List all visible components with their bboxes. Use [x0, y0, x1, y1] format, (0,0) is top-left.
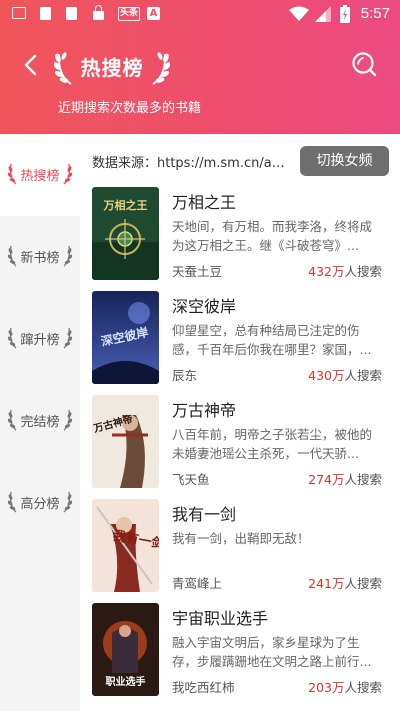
book-icon: [40, 7, 51, 20]
book-cover[interactable]: 万古神帝: [92, 395, 159, 488]
search-count-number: 432万: [308, 264, 345, 279]
search-count-number: 274万: [308, 472, 345, 487]
book-cover[interactable]: 我有一剑: [92, 499, 159, 592]
page-title-badge: 热搜榜: [54, 42, 170, 88]
content-area: 热搜榜 新书榜 蹿升榜 完结榜 高分榜 数据来源：https://m.sm.cn…: [0, 134, 400, 711]
book-cover-art: 我有一剑: [92, 499, 159, 592]
laurel-right-icon: [63, 163, 72, 185]
book-description: 八百年前，明帝之子张若尘，被他的未婚妻池瑶公主杀死，一代天骄...: [172, 427, 373, 461]
search-count-number: 430万: [308, 368, 345, 383]
lock-icon: [93, 5, 104, 20]
book-title: 万古神帝: [172, 401, 237, 420]
sidebar-item-rising[interactable]: 蹿升榜: [0, 298, 80, 380]
page-subtitle: 近期搜索次数最多的书籍: [58, 101, 202, 116]
laurel-right-icon: [63, 327, 72, 349]
cover-title: 职业选手: [106, 675, 146, 688]
book-title: 宇宙职业选手: [172, 609, 269, 628]
sidebar-item-new-books[interactable]: 新书榜: [0, 216, 80, 298]
search-count: 432万人搜索: [308, 261, 382, 280]
search-count-number: 241万: [308, 576, 345, 591]
sidebar-item-hot-search[interactable]: 热搜榜: [0, 134, 80, 216]
search-count-suffix: 人搜索: [344, 368, 382, 383]
laurel-right-icon: [152, 52, 170, 85]
book-list-item[interactable]: 我有一剑 我有一剑 我有一剑，出鞘即无敌！ 青鸾峰上 241万人搜索: [92, 499, 390, 595]
search-count: 430万人搜索: [308, 365, 382, 384]
laurel-right-icon: [63, 245, 72, 267]
search-count-suffix: 人搜索: [344, 472, 382, 487]
book-cover-art: 万古神帝: [92, 395, 159, 488]
book-author: 青鸾峰上: [172, 576, 223, 591]
search-count-suffix: 人搜索: [344, 576, 382, 591]
book-list-item[interactable]: 深空彼岸 深空彼岸 仰望星空，总有种结局已注定的伤感，千百年后你我在哪里？家国，…: [92, 291, 390, 387]
search-button[interactable]: [350, 50, 378, 78]
search-count-suffix: 人搜索: [344, 264, 382, 279]
book-cover[interactable]: 万相之王: [92, 187, 159, 280]
cover-title: 万相之王: [103, 198, 148, 212]
book-list-item[interactable]: 职业选手 宇宙职业选手 融入宇宙文明后，家乡星球为了生存，步履蹒跚地在文明之路上…: [92, 603, 390, 699]
book-cover-art: 深空彼岸: [92, 291, 159, 384]
search-count: 203万人搜索: [308, 677, 382, 696]
book-cover[interactable]: 深空彼岸: [92, 291, 159, 384]
book-author: 天蚕土豆: [172, 264, 223, 279]
book-description: 仰望星空，总有种结局已注定的伤感，千百年后你我在哪里？家国，...: [172, 323, 372, 357]
book-description: 融入宇宙文明后，家乡星球为了生存，步履蹒跚地在文明之路上前行...: [172, 635, 372, 669]
data-source-text: 数据来源：https://m.sm.cn/ap...: [92, 156, 292, 171]
book-list-item[interactable]: 万相之王 万相之王 天地间，有万相。而我李洛，终将成为这万相之王。继《斗破苍穹》…: [92, 187, 390, 283]
book-cover-art: 职业选手: [92, 603, 159, 696]
status-bar: 头条 A 5:57: [0, 0, 400, 30]
book-author: 辰东: [172, 368, 198, 383]
sidebar-item-completed[interactable]: 完结榜: [0, 380, 80, 462]
book-description: 我有一剑，出鞘即无敌！: [172, 531, 310, 546]
book-author: 我吃西红柿: [172, 680, 235, 695]
battery-icon: [340, 5, 350, 23]
a-app-icon: A: [147, 7, 160, 20]
laurel-right-icon: [63, 409, 72, 431]
book-title: 我有一剑: [172, 505, 237, 524]
search-count: 274万人搜索: [308, 469, 382, 488]
back-button[interactable]: [18, 52, 44, 78]
search-count-suffix: 人搜索: [344, 680, 382, 695]
signal-icon: [315, 6, 331, 22]
status-time: 5:57: [360, 5, 390, 22]
book-title: 深空彼岸: [172, 297, 237, 316]
laurel-right-icon: [63, 491, 72, 513]
news-app-icon: 头条: [118, 7, 141, 21]
book-title: 万相之王: [172, 193, 237, 212]
image-icon: [12, 7, 26, 19]
search-count: 241万人搜索: [308, 573, 382, 592]
wifi-icon: [289, 6, 309, 21]
switch-female-channel-button[interactable]: 切换女频: [300, 146, 389, 176]
sidebar-item-high-score[interactable]: 高分榜: [0, 462, 80, 544]
search-count-number: 203万: [308, 680, 345, 695]
book-cover-art: 万相之王: [92, 187, 159, 280]
ranking-sidebar: 热搜榜 新书榜 蹿升榜 完结榜 高分榜: [0, 134, 80, 711]
header: 头条 A 5:57 热搜榜 近期搜索次数最多的书籍: [0, 0, 400, 134]
book-list-item[interactable]: 万古神帝 万古神帝 八百年前，明帝之子张若尘，被他的未婚妻池瑶公主杀死，一代天骄…: [92, 395, 390, 491]
book-icon: [66, 7, 77, 20]
book-author: 飞天鱼: [172, 472, 210, 487]
book-cover[interactable]: 职业选手: [92, 603, 159, 696]
book-description: 天地间，有万相。而我李洛，终将成为这万相之王。继《斗破苍穹》...: [172, 219, 373, 253]
